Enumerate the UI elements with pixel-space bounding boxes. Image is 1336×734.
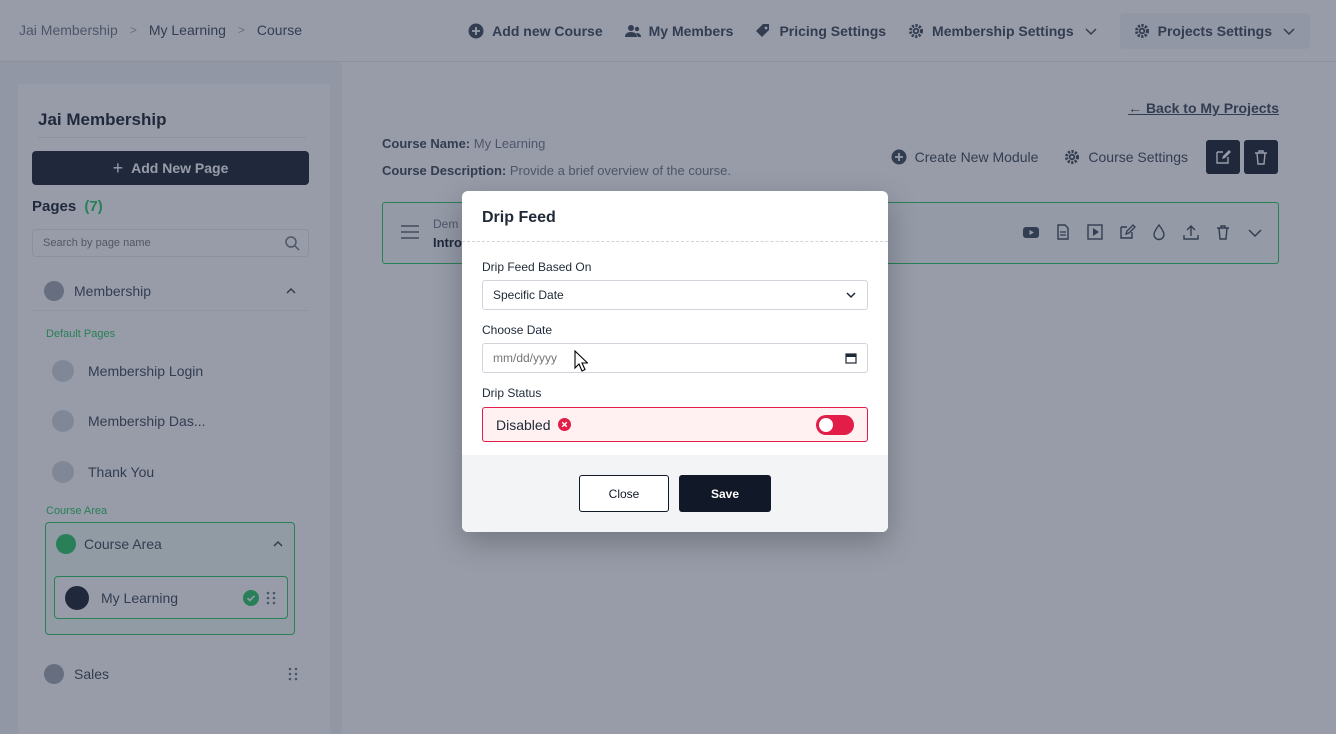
choose-date-label: Choose Date (482, 323, 553, 337)
selected-option: Specific Date (493, 288, 564, 302)
drip-status-value: Disabled (496, 416, 551, 433)
save-button[interactable]: Save (679, 475, 771, 512)
date-input[interactable] (493, 351, 845, 365)
drip-status-field: Disabled (482, 407, 868, 442)
chevron-down-icon (846, 292, 856, 299)
drip-feed-based-on-select[interactable]: Specific Date (482, 280, 868, 310)
drip-status-toggle[interactable] (816, 415, 854, 435)
drip-feed-modal: Drip Feed Drip Feed Based On Specific Da… (462, 191, 888, 532)
modal-divider (462, 241, 888, 242)
mouse-cursor-icon (574, 350, 588, 372)
calendar-icon[interactable] (845, 352, 857, 364)
toggle-knob (819, 418, 833, 432)
modal-title: Drip Feed (482, 209, 556, 226)
close-button[interactable]: Close (579, 475, 669, 512)
drip-status-label: Drip Status (482, 386, 542, 400)
modal-footer: Close Save (462, 455, 888, 532)
drip-feed-based-on-label: Drip Feed Based On (482, 260, 592, 274)
close-circle-icon (558, 418, 572, 431)
choose-date-field (482, 343, 868, 373)
